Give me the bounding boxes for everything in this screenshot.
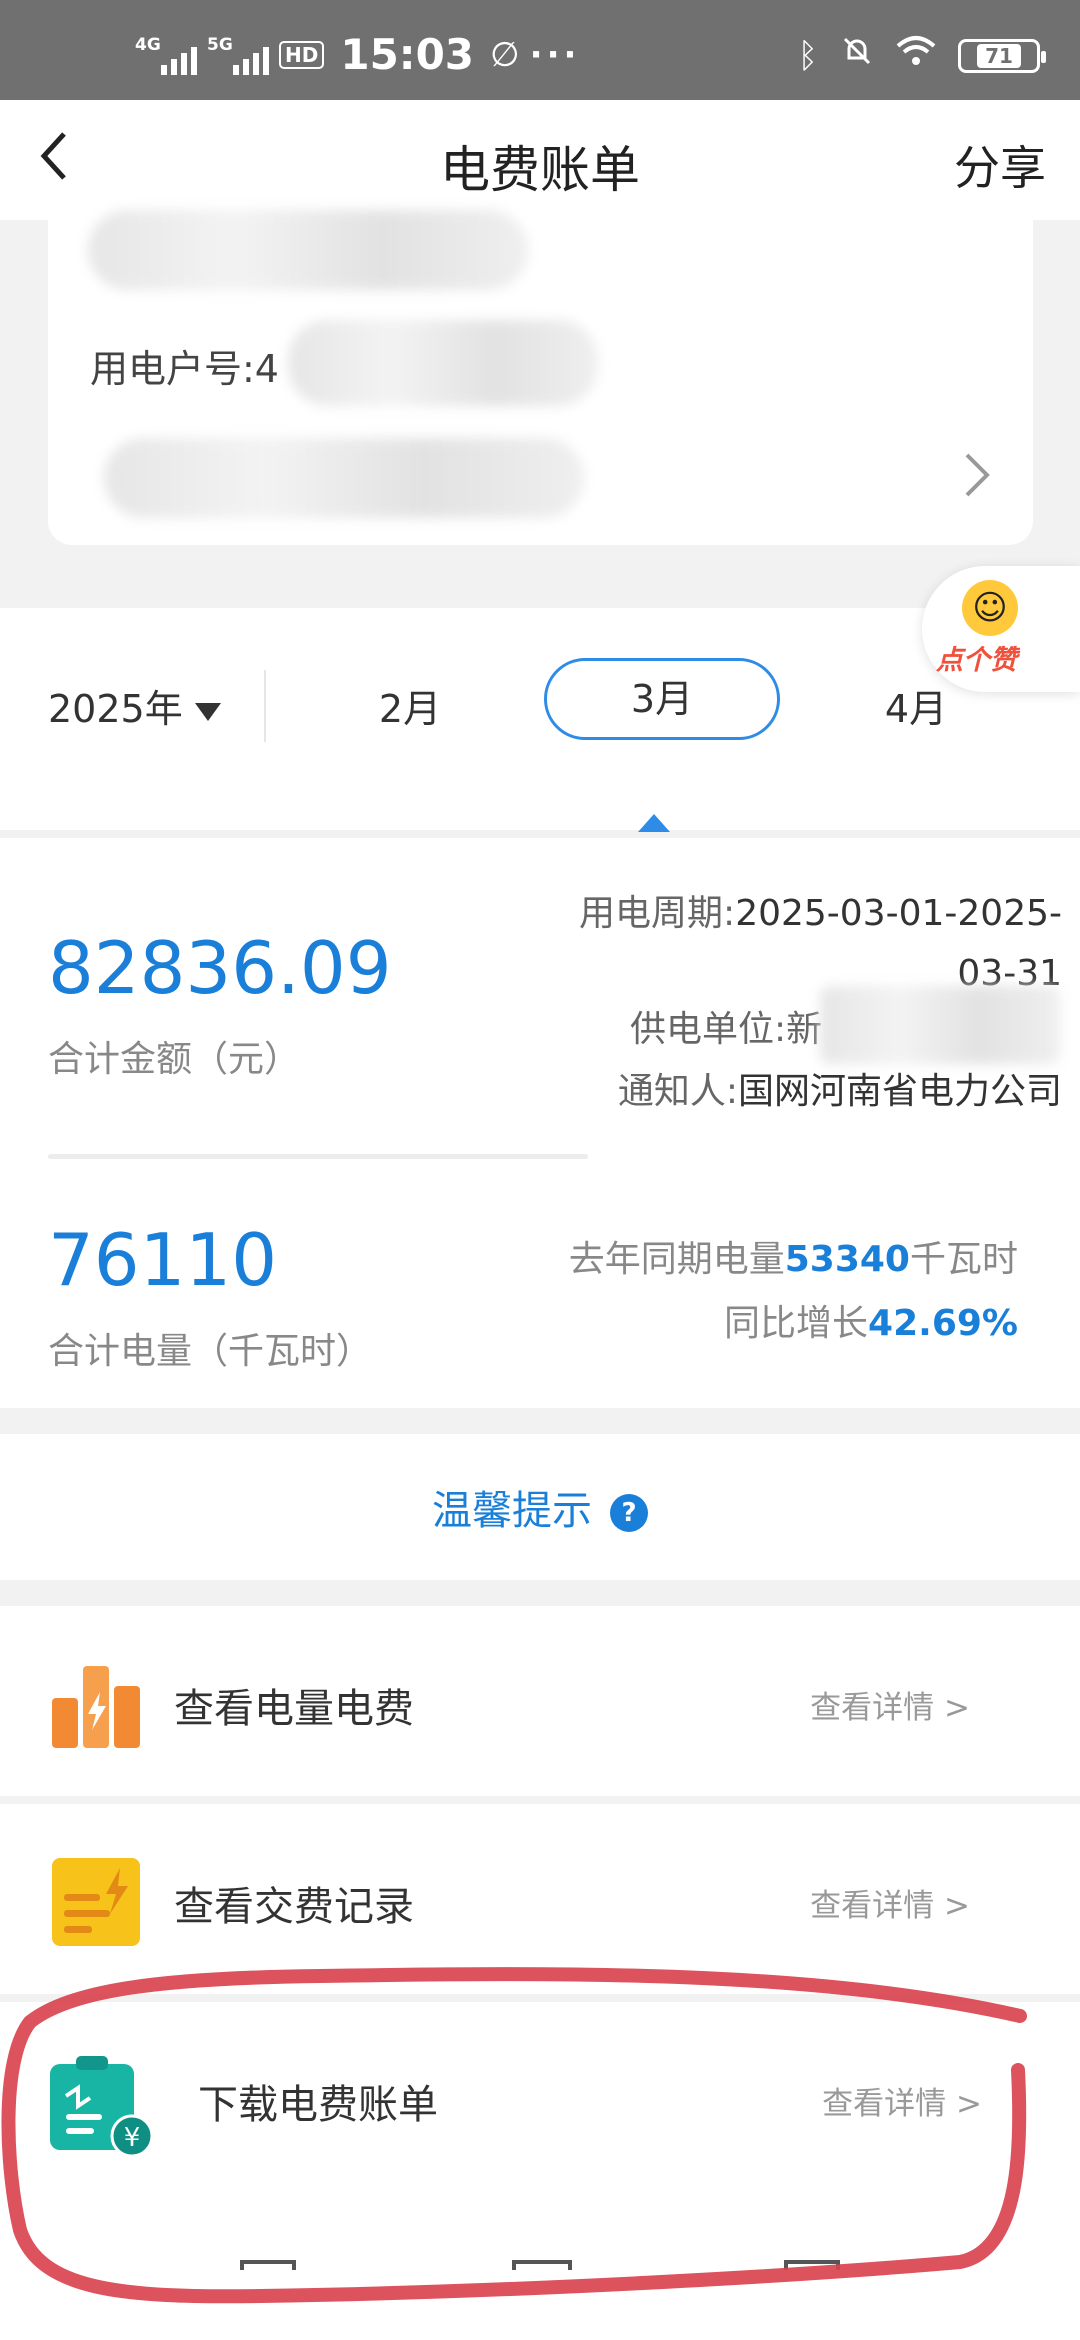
summary-divider — [48, 1154, 588, 1159]
caret-down-icon — [194, 702, 221, 721]
view-details-link[interactable]: 查看详情 > — [822, 2078, 982, 2123]
tip-label: 温馨提示 — [432, 1488, 592, 1534]
bill-summary: 82836.09 合计金额（元） 用电周期:2025-03-01-2025- 0… — [0, 838, 1080, 1408]
account-number-label: 用电户号:4 — [90, 347, 279, 391]
year-label: 2025年 — [48, 687, 183, 731]
chevron-right-icon — [965, 453, 990, 497]
masked-address — [104, 438, 584, 518]
signal-4g-icon: 4G — [135, 35, 197, 75]
view-details-link[interactable]: 查看详情 > — [810, 1880, 970, 1925]
total-amount: 82836.09 — [48, 926, 392, 1010]
smiley-icon: ☺ — [962, 580, 1018, 636]
month-selector: 2025年 2月 3月 4月 — [0, 608, 1080, 832]
view-details-link[interactable]: 查看详情 > — [810, 1682, 970, 1727]
signal-5g-icon: 5G — [207, 35, 269, 75]
divider — [264, 670, 266, 742]
nav-home-icon[interactable] — [512, 2260, 572, 2270]
bar-chart-icon — [48, 1656, 144, 1752]
status-bar: 4G 5G HD 15:03 ∅ ··· ᛒ 71 — [0, 0, 1080, 100]
yoy-prefix: 同比增长 — [724, 1303, 869, 1344]
battery-level: 71 — [977, 43, 1021, 68]
month-tab-feb[interactable]: 2月 — [350, 678, 470, 733]
selected-pointer-icon — [638, 814, 670, 832]
masked-account-number — [288, 320, 598, 406]
svg-text:¥: ¥ — [124, 2123, 141, 2153]
notifier-label: 通知人: — [617, 1071, 738, 1112]
total-kwh: 76110 — [48, 1218, 278, 1302]
like-label: 点个赞 — [936, 645, 1017, 676]
yoy-value: 42.69% — [868, 1303, 1018, 1344]
hd-icon: HD — [279, 40, 325, 69]
user-info-card[interactable]: 用电户号:4 — [48, 210, 1033, 545]
share-button[interactable]: 分享 — [954, 132, 1046, 198]
app-header: 电费账单 分享 — [0, 100, 1080, 220]
status-right: ᛒ 71 — [797, 34, 1046, 77]
navigation-bar — [0, 2190, 1080, 2340]
last-year-value: 53340 — [784, 1239, 910, 1280]
tip-link[interactable]: 温馨提示? — [0, 1478, 1080, 1536]
last-year-unit: 千瓦时 — [909, 1239, 1018, 1280]
battery-icon: 71 — [958, 38, 1046, 73]
wifi-icon — [896, 34, 936, 77]
help-icon: ? — [610, 1494, 648, 1532]
last-year-prefix: 去年同期电量 — [568, 1239, 785, 1280]
year-dropdown[interactable]: 2025年 — [48, 678, 221, 733]
list-item-payment-records[interactable]: 查看交费记录 查看详情 > — [0, 1804, 1080, 1994]
masked-name — [88, 210, 528, 290]
tip-bar[interactable]: 温馨提示? — [0, 1434, 1080, 1580]
nav-menu-icon[interactable] — [784, 2260, 840, 2270]
notifier: 通知人:国网河南省电力公司 — [618, 1062, 1062, 1114]
masked-supplier — [820, 986, 1060, 1064]
total-kwh-label: 合计电量（千瓦时） — [48, 1331, 373, 1372]
list-item-label: 查看电量电费 — [174, 1686, 414, 1732]
clock: 15:03 — [340, 30, 475, 79]
bill-download-icon: ¥ — [48, 2052, 154, 2158]
payment-record-icon — [48, 1854, 144, 1950]
nav-back-icon[interactable] — [240, 2260, 296, 2270]
mute-icon — [840, 34, 874, 77]
status-left: 4G 5G HD 15:03 ∅ ··· — [135, 30, 580, 79]
list-item-label: 查看交费记录 — [174, 1884, 414, 1930]
list-item-usage-fees[interactable]: 查看电量电费 查看详情 > — [0, 1606, 1080, 1796]
notification-icon: ∅ — [490, 34, 520, 75]
period-value-1: 2025-03-01-2025- — [735, 893, 1062, 934]
notifier-value: 国网河南省电力公司 — [737, 1071, 1062, 1112]
total-amount-label: 合计金额（元） — [48, 1039, 301, 1080]
more-notifications-icon: ··· — [529, 34, 581, 75]
period-label: 用电周期: — [579, 893, 736, 934]
like-float-button[interactable]: ☺ 点个赞 — [922, 566, 1080, 692]
bluetooth-icon: ᛒ — [797, 35, 818, 76]
page-title: 电费账单 — [440, 141, 640, 199]
last-year-usage: 去年同期电量53340千瓦时 — [569, 1230, 1018, 1282]
list-item-download-bill[interactable]: ¥ 下载电费账单 查看详情 > — [0, 2002, 1080, 2192]
yoy-growth: 同比增长42.69% — [724, 1294, 1018, 1346]
supplier-label: 供电单位:新 — [630, 1009, 823, 1050]
list-item-label: 下载电费账单 — [198, 2082, 438, 2128]
month-tab-mar[interactable]: 3月 — [544, 658, 780, 740]
